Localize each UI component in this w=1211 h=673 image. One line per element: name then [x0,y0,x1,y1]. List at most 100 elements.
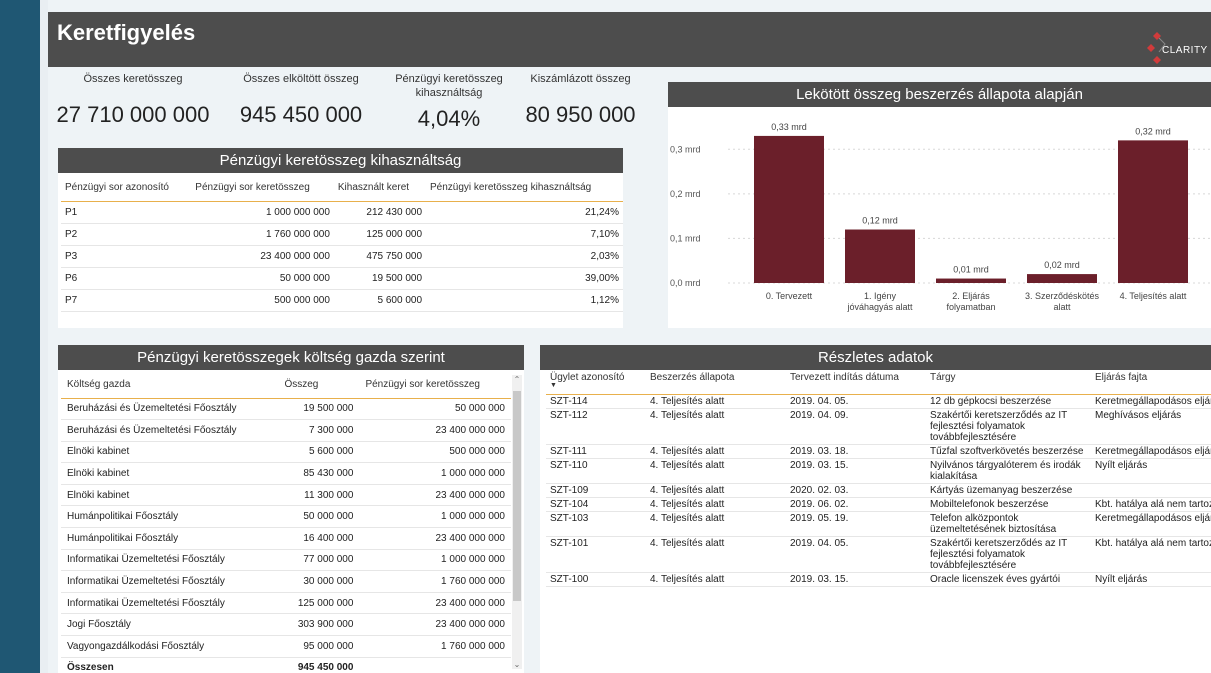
table-header-row: Ügylet azonosító ▼ Beszerzés állapota Ter… [546,372,1211,395]
table-row[interactable]: Elnöki kabinet 85 430 000 1 000 000 000 [61,462,511,485]
table-cell: Humánpolitikai Főosztály [61,527,279,550]
table-cell: 12 db gépkocsi beszerzése [926,394,1091,409]
table-row[interactable]: SZT-109 4. Teljesítés alatt 2020. 02. 03. K… [546,483,1211,498]
table-cell: 2019. 04. 05. [786,394,926,409]
table-row[interactable]: SZT-100 4. Teljesítés alatt 2019. 03. 15. O… [546,572,1211,587]
scroll-thumb[interactable] [513,391,521,601]
table-row[interactable]: P6 50 000 000 19 500 000 39,00% [61,267,623,290]
table-cell: P7 [61,289,192,312]
table-cell: 125 000 000 [333,223,427,246]
table-cell: Kbt. hatálya alá nem tartozó [1091,536,1211,573]
x-tick-label: 3. Szerződéskötés alatt [1025,291,1100,312]
column-header[interactable]: Pénzügyi sor keretösszeg [359,372,511,399]
table-cell: SZT-109 [546,483,646,498]
table-row[interactable]: P2 1 760 000 000 125 000 000 7,10% [61,223,623,246]
table-cell: Keretmegállapodásos eljárás [1091,444,1211,459]
table-cell: 19 500 000 [333,267,427,290]
column-header[interactable]: Tervezett indítás dátuma [786,372,926,395]
column-header[interactable]: Költség gazda [61,372,279,399]
table-row[interactable]: Humánpolitikai Főosztály 50 000 000 1 000 … [61,505,511,529]
table-row[interactable]: P1 1 000 000 000 212 430 000 21,24% [61,201,623,224]
table-cell: 2019. 03. 15. [786,458,926,484]
column-header[interactable]: Tárgy [926,372,1091,395]
report-header: Keretfigyelés CLARITY [48,12,1211,67]
table-row[interactable]: Jogi Főosztály 303 900 000 23 400 000 000 [61,613,511,637]
column-header[interactable]: Pénzügyi sor keretösszeg [191,175,334,202]
data-label: 0,12 mrd [862,216,898,226]
table-cell: 50 000 000 [278,505,360,529]
owners-scrollbar[interactable]: ⌃ ⌄ [512,375,522,669]
table-cell: Beruházási és Üzemeltetési Főosztály [61,419,279,442]
kpi-label: Kiszámlázott összeg [530,73,631,85]
utilization-panel: Pénzügyi keretösszeg kihasználtság Pénzü… [58,148,623,328]
kpi-label: Összes elköltött összeg [243,73,359,85]
table-cell: Vagyongazdálkodási Főosztály [61,635,279,658]
data-label: 0,33 mrd [771,122,807,132]
table-row[interactable]: Informatikai Üzemeltetési Főosztály 30 00… [61,570,511,593]
column-header[interactable]: Eljárás fajta [1091,372,1211,395]
table-cell: 2020. 02. 03. [786,483,926,498]
scroll-up-icon[interactable]: ⌃ [512,375,522,384]
scroll-down-icon[interactable]: ⌄ [512,660,522,669]
left-nav-rail [0,0,40,673]
x-tick-label: 4. Teljesítés alatt [1120,291,1187,301]
details-title: Részletes adatok [540,345,1211,370]
table-row[interactable]: P3 23 400 000 000 475 750 000 2,03% [61,245,623,268]
table-cell: 1 760 000 000 [359,635,511,658]
table-cell: Beruházási és Üzemeltetési Főosztály [61,398,279,421]
table-row[interactable]: SZT-103 4. Teljesítés alatt 2019. 05. 19. T… [546,511,1211,537]
table-cell: 7,10% [426,223,623,246]
table-cell: 475 750 000 [333,245,427,268]
table-cell: Nyilvános tárgyalóterem és irodák kialak… [926,458,1091,484]
table-cell: 39,00% [426,267,623,290]
details-table: Ügylet azonosító ▼ Beszerzés állapota Ter… [546,372,1211,587]
table-row[interactable]: Humánpolitikai Főosztály 16 400 000 23 400… [61,527,511,550]
table-row[interactable]: SZT-110 4. Teljesítés alatt 2019. 03. 15. N… [546,458,1211,484]
table-row[interactable]: SZT-101 4. Teljesítés alatt 2019. 04. 05. S… [546,536,1211,573]
table-row[interactable]: Vagyongazdálkodási Főosztály 95 000 000 1 … [61,635,511,658]
table-cell: Elnöki kabinet [61,484,279,507]
table-cell: 500 000 000 [191,289,334,312]
column-header[interactable]: Kihasznált keret [333,175,427,202]
table-row[interactable]: Informatikai Üzemeltetési Főosztály 125 0… [61,592,511,615]
kpi-label: Összes keretösszeg [83,73,183,85]
table-cell: 4. Teljesítés alatt [646,483,786,498]
table-cell: 23 400 000 000 [191,245,334,268]
kpi-total-spent: Összes elköltött összeg 945 450 000 [226,72,376,128]
table-cell: 50 000 000 [191,267,334,290]
sort-desc-icon: ▼ [550,382,557,389]
table-row[interactable]: Beruházási és Üzemeltetési Főosztály 7 30… [61,419,511,442]
table-row[interactable]: SZT-114 4. Teljesítés alatt 2019. 04. 05. 1… [546,394,1211,409]
kpi-value: 27 710 000 000 [56,102,210,127]
table-cell: SZT-110 [546,458,646,484]
table-row[interactable]: P7 500 000 000 5 600 000 1,12% [61,289,623,312]
table-row[interactable]: SZT-111 4. Teljesítés alatt 2019. 03. 18. T… [546,444,1211,459]
table-cell: 1 000 000 000 [359,549,511,572]
table-row[interactable]: SZT-104 4. Teljesítés alatt 2019. 06. 02. M… [546,497,1211,512]
table-cell: Szakértői keretszerződés az IT fejleszté… [926,408,1091,445]
table-cell: Kbt. hatálya alá nem tartozó [1091,497,1211,512]
table-cell: 23 400 000 000 [359,419,511,442]
owners-table: Költség gazda Összeg Pénzügyi sor keretö… [61,372,511,673]
table-row[interactable]: Beruházási és Üzemeltetési Főosztály 19 5… [61,398,511,421]
table-cell: 4. Teljesítés alatt [646,444,786,459]
table-cell: 2019. 06. 02. [786,497,926,512]
column-header-sorted[interactable]: Ügylet azonosító ▼ [546,372,646,395]
column-header[interactable]: Összeg [278,372,360,399]
data-label: 0,32 mrd [1135,126,1171,136]
table-cell: Informatikai Üzemeltetési Főosztály [61,549,279,572]
column-header[interactable]: Pénzügyi keretösszeg kihasználtság [426,175,623,202]
column-header[interactable]: Beszerzés állapota [646,372,786,395]
table-header-row: Költség gazda Összeg Pénzügyi sor keretö… [61,372,511,399]
table-cell: Tűzfal szoftverkövetés beszerzése [926,444,1091,459]
column-header[interactable]: Pénzügyi sor azonosító [61,175,192,202]
table-cell: 85 430 000 [278,462,360,485]
table-cell: SZT-104 [546,497,646,512]
table-row[interactable]: Informatikai Üzemeltetési Főosztály 77 00… [61,549,511,572]
y-tick-label: 0,0 mrd [670,278,701,288]
table-row[interactable]: Elnöki kabinet 11 300 000 23 400 000 000 [61,484,511,507]
table-row[interactable]: Elnöki kabinet 5 600 000 500 000 000 [61,441,511,464]
table-row[interactable]: SZT-112 4. Teljesítés alatt 2019. 04. 09. S… [546,408,1211,445]
table-cell: 50 000 000 [359,398,511,421]
table-cell: 11 300 000 [278,484,360,507]
